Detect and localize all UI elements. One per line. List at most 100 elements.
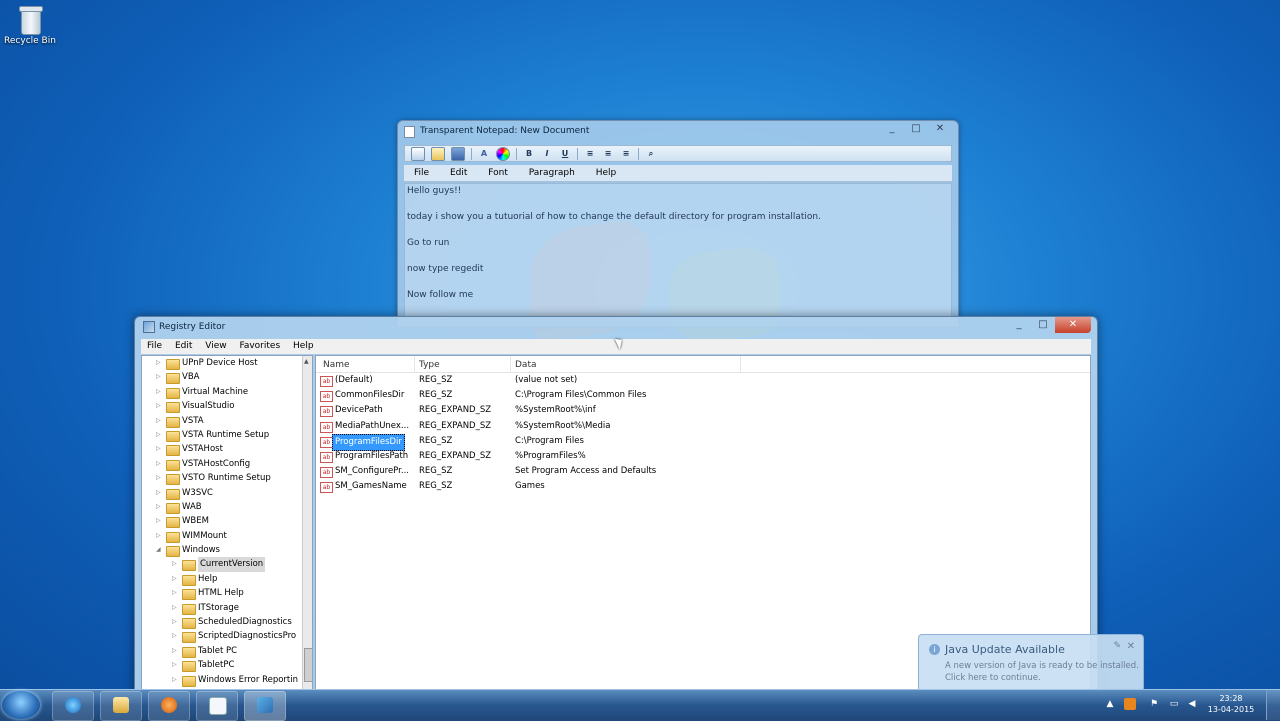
underline-icon[interactable]: U (559, 148, 571, 160)
tree-key-item[interactable]: ▷ VSTAHostConfig (142, 457, 312, 471)
expand-arrow-icon[interactable]: ▷ (156, 442, 164, 456)
column-type[interactable]: Type (419, 360, 440, 370)
system-clock[interactable]: 23:28 13-04-2015 (1206, 693, 1256, 715)
scroll-up-icon[interactable]: ▲ (304, 358, 309, 365)
notepad-text-area[interactable]: Hello guys!! today i show you a tutuoria… (404, 183, 952, 320)
volume-icon[interactable]: ◀ (1186, 698, 1198, 710)
tree-key-item[interactable]: ◢ Windows (142, 543, 312, 558)
menu-favorites[interactable]: Favorites (233, 339, 284, 351)
registry-value-row[interactable]: ab CommonFilesDir REG_SZ C:\Program Files\C… (316, 388, 1090, 403)
registry-value-row[interactable]: ab ProgramFilesPath REG_EXPAND_SZ %ProgramF… (316, 449, 1090, 464)
expand-arrow-icon[interactable]: ▷ (172, 557, 180, 571)
registry-key-tree[interactable]: ▷ UPnP Device Host ▷ VBA ▷ Virtual Machine ▷ Vi… (141, 355, 313, 693)
network-icon[interactable]: ▭ (1168, 698, 1180, 710)
tree-scrollbar[interactable]: ▲ (302, 356, 312, 692)
menu-view[interactable]: View (199, 339, 230, 351)
start-button[interactable] (2, 691, 40, 719)
expand-arrow-icon[interactable]: ▷ (156, 471, 164, 485)
menu-paragraph[interactable]: Paragraph (519, 165, 583, 178)
expand-arrow-icon[interactable]: ▷ (172, 629, 180, 643)
close-button[interactable]: ✕ (928, 121, 952, 137)
expand-arrow-icon[interactable]: ▷ (156, 370, 164, 384)
column-name[interactable]: Name (323, 360, 350, 370)
java-update-notification[interactable]: i Java Update Available ✎ ✕ A new versio… (918, 634, 1144, 692)
tree-key-item[interactable]: ▷ VSTA (142, 414, 312, 428)
tree-key-item[interactable]: ▷ VBA (142, 370, 312, 385)
notepad-icon[interactable] (196, 691, 238, 721)
notepad-titlebar[interactable]: Transparent Notepad: New Document _ □ ✕ (398, 121, 958, 141)
expand-arrow-icon[interactable]: ▷ (156, 428, 164, 442)
search-icon[interactable]: ⌕ (645, 148, 657, 160)
file-explorer-icon[interactable] (100, 691, 142, 721)
internet-explorer-icon[interactable] (52, 691, 94, 721)
expand-arrow-icon[interactable]: ▷ (156, 457, 164, 471)
tree-key-item[interactable]: ▷ Help (142, 572, 312, 586)
registry-value-row[interactable]: ab (Default) REG_SZ (value not set) (316, 373, 1090, 388)
action-center-icon[interactable]: ⚑ (1148, 698, 1160, 710)
expand-arrow-icon[interactable]: ▷ (156, 500, 164, 514)
column-data[interactable]: Data (515, 360, 537, 370)
close-button[interactable]: ✕ (1055, 317, 1091, 333)
tree-key-item[interactable]: ▷ Windows Error Reportin (142, 673, 312, 687)
tree-key-item[interactable]: ▷ ITStorage (142, 601, 312, 615)
expand-arrow-icon[interactable]: ▷ (172, 601, 180, 615)
registry-value-row[interactable]: ab DevicePath REG_EXPAND_SZ %SystemRoot%\in… (316, 403, 1090, 418)
menu-help[interactable]: Help (287, 339, 318, 351)
tree-key-item[interactable]: ▷ VSTA Runtime Setup (142, 428, 312, 442)
show-hidden-icons[interactable]: ▲ (1104, 698, 1116, 710)
tree-key-item[interactable]: ▷ WIMMount (142, 529, 312, 543)
tree-key-item[interactable]: ▷ VSTAHost (142, 442, 312, 457)
recycle-bin[interactable]: Recycle Bin (2, 4, 58, 46)
tree-key-item[interactable]: ▷ CurrentVersion (142, 557, 312, 572)
registry-value-row[interactable]: ab SM_ConfigurePr... REG_SZ Set Program Acc… (316, 464, 1090, 479)
registry-value-row[interactable]: ab MediaPathUnex... REG_EXPAND_SZ %SystemRo… (316, 419, 1090, 434)
expand-arrow-icon[interactable]: ▷ (172, 586, 180, 600)
expand-arrow-icon[interactable]: ▷ (156, 399, 164, 413)
expand-arrow-icon[interactable]: ▷ (172, 615, 180, 629)
tree-key-item[interactable]: ▷ Tablet PC (142, 644, 312, 658)
tree-key-item[interactable]: ▷ Virtual Machine (142, 385, 312, 399)
tree-key-item[interactable]: ▷ UPnP Device Host (142, 356, 312, 370)
tree-key-item[interactable]: ▷ HTML Help (142, 586, 312, 601)
menu-edit[interactable]: Edit (440, 165, 475, 178)
menu-edit[interactable]: Edit (169, 339, 196, 351)
menu-help[interactable]: Help (586, 165, 625, 178)
tree-key-item[interactable]: ▷ VisualStudio (142, 399, 312, 414)
expand-arrow-icon[interactable]: ▷ (156, 356, 164, 370)
notification-message[interactable]: A new version of Java is ready to be ins… (945, 660, 1140, 684)
open-folder-icon[interactable] (431, 146, 445, 161)
tree-key-item[interactable]: ▷ TabletPC (142, 658, 312, 673)
menu-file[interactable]: File (141, 339, 166, 351)
settings-icon[interactable]: ✎ (1113, 641, 1121, 651)
regedit-titlebar[interactable]: Registry Editor _ □ ✕ (135, 317, 1097, 337)
tree-key-item[interactable]: ▷ WBEM (142, 514, 312, 529)
align-right-icon[interactable]: ≡ (620, 148, 632, 160)
expand-arrow-icon[interactable]: ▷ (156, 486, 164, 500)
maximize-button[interactable]: □ (904, 121, 928, 137)
media-player-icon[interactable] (148, 691, 190, 721)
notepad-window[interactable]: Transparent Notepad: New Document _ □ ✕ … (397, 120, 959, 327)
java-icon[interactable] (1124, 698, 1136, 710)
tree-key-item[interactable]: ▷ ScriptedDiagnosticsPro (142, 629, 312, 644)
expand-arrow-icon[interactable]: ▷ (156, 414, 164, 428)
align-left-icon[interactable]: ≡ (584, 148, 596, 160)
save-icon[interactable] (451, 146, 465, 161)
show-desktop-button[interactable] (1266, 690, 1280, 720)
maximize-button[interactable]: □ (1031, 317, 1055, 333)
tree-key-item[interactable]: ▷ VSTO Runtime Setup (142, 471, 312, 486)
menu-file[interactable]: File (404, 165, 437, 178)
expand-arrow-icon[interactable]: ▷ (156, 529, 164, 543)
expand-arrow-icon[interactable]: ▷ (172, 673, 180, 687)
bold-icon[interactable]: B (523, 148, 535, 160)
align-center-icon[interactable]: ≡ (602, 148, 614, 160)
expand-arrow-icon[interactable]: ▷ (156, 514, 164, 528)
tree-key-item[interactable]: ▷ W3SVC (142, 486, 312, 500)
expand-arrow-icon[interactable]: ▷ (172, 658, 180, 672)
expand-arrow-icon[interactable]: ▷ (156, 385, 164, 399)
new-document-icon[interactable] (411, 146, 425, 161)
tree-key-item[interactable]: ▷ WAB (142, 500, 312, 514)
expand-arrow-icon[interactable]: ◢ (156, 543, 164, 557)
close-icon[interactable]: ✕ (1127, 641, 1135, 652)
minimize-button[interactable]: _ (1007, 317, 1031, 333)
font-icon[interactable]: A (478, 148, 490, 160)
